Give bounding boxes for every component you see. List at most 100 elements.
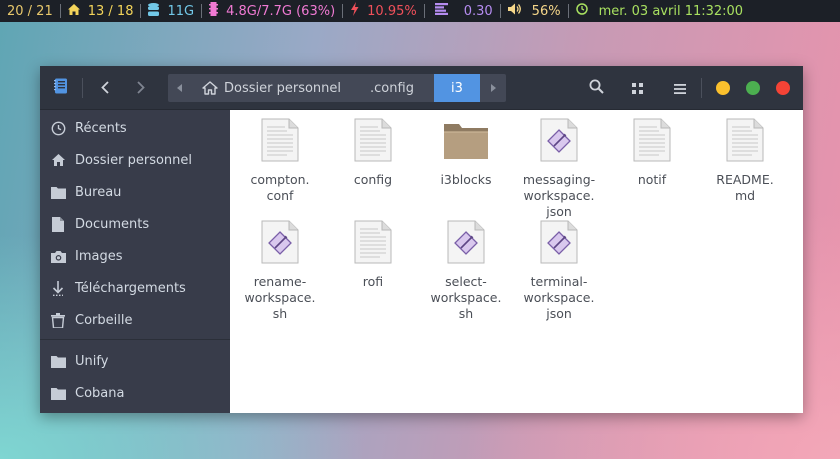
file-item-config[interactable]: config	[328, 118, 418, 188]
sidebar-item-images[interactable]: Images	[40, 242, 230, 270]
script-file-icon	[447, 220, 485, 268]
file-name: i3blocks	[440, 172, 492, 187]
maximize-button[interactable]	[746, 81, 760, 95]
workspaces-block[interactable]: 20 / 21	[0, 0, 60, 22]
script-file-icon	[540, 220, 578, 268]
file-item-terminal-workspace-json[interactable]: terminal- workspace. json	[514, 220, 604, 322]
sidebar-item-label: Bureau	[75, 184, 122, 200]
file-item-select-workspace-sh[interactable]: select- workspace. sh	[421, 220, 511, 322]
folder-icon	[443, 118, 489, 166]
header-separator	[701, 78, 702, 98]
path-scroll-right-button[interactable]	[480, 74, 506, 102]
load-block[interactable]: 0.30	[425, 0, 500, 22]
caret-left-icon	[176, 81, 182, 96]
menu-button[interactable]	[669, 77, 691, 99]
sidebar-item-label: Unify	[75, 353, 109, 369]
sidebar-item-label: Images	[75, 248, 123, 264]
file-view: compton. conf config i3blocks messaging-…	[230, 110, 803, 413]
sidebar-item-desktop[interactable]: Bureau	[40, 178, 230, 206]
file-item-messaging-workspace-json[interactable]: messaging- workspace. json	[514, 118, 604, 220]
file-name: compton. conf	[250, 172, 310, 203]
workspaces-value: 20 / 21	[7, 3, 53, 19]
file-name: notif	[637, 172, 667, 187]
sidebar-item-label: Téléchargements	[75, 280, 186, 296]
sidebar-toggle-button[interactable]	[50, 77, 72, 99]
header-separator	[82, 78, 83, 98]
cpu-value: 10.95%	[367, 3, 417, 19]
datetime-value: mer. 03 avril 11:32:00	[598, 3, 744, 19]
file-name: select- workspace. sh	[430, 274, 502, 321]
file-item-readme-md[interactable]: README. md	[700, 118, 790, 204]
sidebar-item-documents[interactable]: Documents	[40, 210, 230, 238]
view-mode-button[interactable]	[626, 77, 648, 99]
back-button[interactable]	[94, 77, 116, 99]
search-icon	[589, 79, 604, 98]
chevron-right-icon	[137, 79, 145, 98]
file-item-i3blocks[interactable]: i3blocks	[421, 118, 511, 188]
breadcrumb-config-label: .config	[370, 80, 414, 96]
file-item-notif[interactable]: notif	[607, 118, 697, 188]
text-file-icon	[354, 220, 392, 268]
updates-value: 13 / 18	[87, 3, 134, 19]
file-item-rofi[interactable]: rofi	[328, 220, 418, 290]
home-icon	[202, 81, 218, 95]
places-sidebar: Récents Dossier personnel Bureau Documen…	[40, 110, 230, 413]
file-name: rename- workspace. sh	[244, 274, 316, 321]
script-file-icon	[540, 118, 578, 166]
trash-icon	[50, 312, 66, 328]
memory-chip-icon	[209, 2, 219, 20]
load-bars-icon	[434, 3, 448, 19]
sidebar-item-label: Documents	[75, 216, 150, 232]
header-bar: Dossier personnel .config i3	[40, 66, 803, 110]
sidebar-item-label: Cobana	[75, 385, 125, 401]
file-name: messaging- workspace. json	[522, 172, 596, 219]
sidebar-item-trash[interactable]: Corbeille	[40, 306, 230, 334]
notebook-icon	[54, 78, 68, 98]
text-file-icon	[261, 118, 299, 166]
breadcrumb-home[interactable]: Dossier personnel	[190, 74, 350, 102]
search-button[interactable]	[585, 77, 607, 99]
volume-block[interactable]: 56%	[501, 0, 568, 22]
sidebar-item-recents[interactable]: Récents	[40, 114, 230, 142]
disk-block[interactable]: 11G	[141, 0, 201, 22]
sidebar-item-unify[interactable]: Unify	[40, 347, 230, 375]
sidebar-item-label: Dossier personnel	[75, 152, 193, 168]
memory-block[interactable]: 4.8G/7.7G (63%)	[202, 0, 342, 22]
minimize-button[interactable]	[716, 81, 730, 95]
updates-block[interactable]: 13 / 18	[61, 0, 141, 22]
forward-button[interactable]	[130, 77, 152, 99]
clock-block[interactable]: mer. 03 avril 11:32:00	[569, 0, 751, 22]
text-file-icon	[726, 118, 764, 166]
path-bar: Dossier personnel .config i3	[168, 74, 506, 102]
document-icon	[50, 216, 66, 232]
disk-value: 11G	[167, 3, 195, 19]
close-button[interactable]	[776, 81, 790, 95]
file-item-rename-workspace-sh[interactable]: rename- workspace. sh	[235, 220, 325, 322]
text-file-icon	[354, 118, 392, 166]
file-name: terminal- workspace. json	[523, 274, 595, 321]
cpu-block[interactable]: 10.95%	[343, 0, 424, 22]
file-name: rofi	[362, 274, 384, 289]
folder-icon	[50, 186, 66, 199]
file-name: config	[353, 172, 393, 187]
sidebar-item-home[interactable]: Dossier personnel	[40, 146, 230, 174]
sidebar-item-cobana[interactable]: Cobana	[40, 379, 230, 407]
speaker-icon	[507, 3, 522, 19]
breadcrumb-current[interactable]: i3	[434, 74, 480, 102]
chevron-left-icon	[101, 79, 109, 98]
memory-value: 4.8G/7.7G (63%)	[226, 3, 336, 19]
folder-icon	[50, 355, 66, 368]
folder-icon	[50, 387, 66, 400]
status-bar: 20 / 21 13 / 18 11G 4.8G/7.7G (63%) 10.9…	[0, 0, 840, 22]
file-name: README. md	[716, 172, 774, 203]
sidebar-item-label: Corbeille	[75, 312, 133, 328]
file-item-compton-conf[interactable]: compton. conf	[235, 118, 325, 204]
home-icon	[67, 3, 80, 19]
database-icon	[148, 2, 160, 20]
breadcrumb-current-label: i3	[451, 80, 463, 96]
breadcrumb-config[interactable]: .config	[350, 74, 434, 102]
path-scroll-left-button[interactable]	[168, 74, 190, 102]
clock-icon	[575, 3, 588, 19]
load-value: 0.30	[463, 3, 493, 19]
sidebar-item-downloads[interactable]: Téléchargements	[40, 274, 230, 302]
